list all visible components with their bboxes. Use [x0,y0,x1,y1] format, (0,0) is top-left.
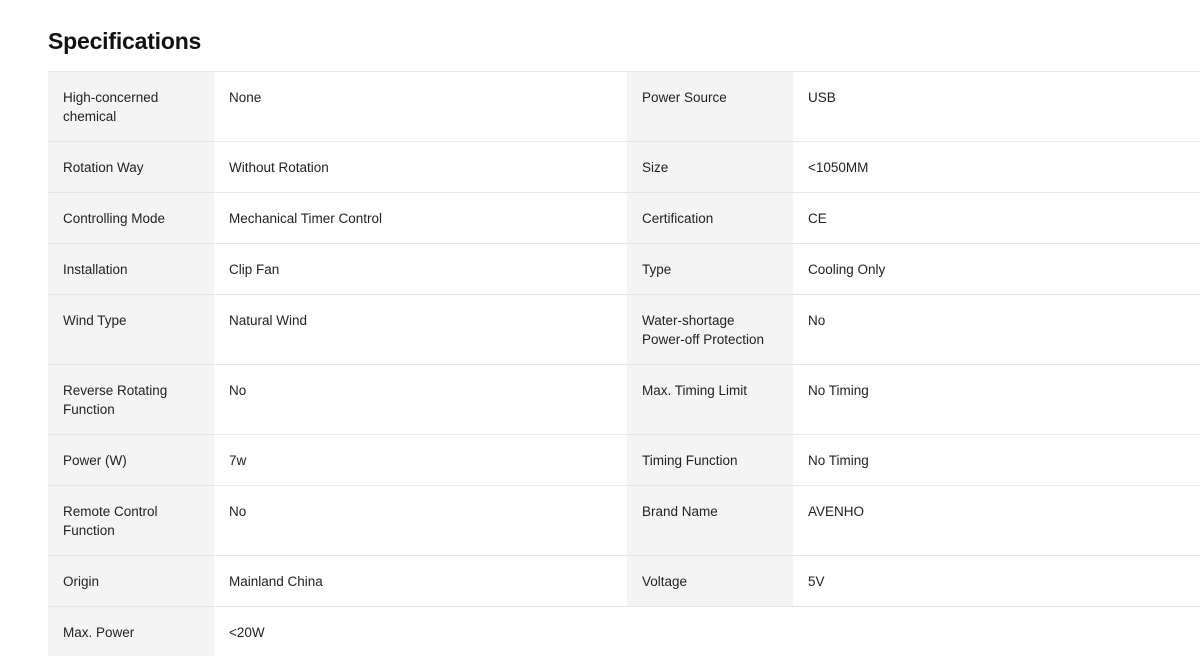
spec-value: 5V [793,556,1200,606]
table-row: Controlling Mode Mechanical Timer Contro… [48,193,1200,244]
spec-value: Without Rotation [214,142,627,192]
spec-label: Origin [48,556,214,606]
spec-value: USB [793,72,1200,141]
table-row: Power (W) 7w Timing Function No Timing [48,435,1200,486]
spec-label: Certification [627,193,793,243]
spec-label: Wind Type [48,295,214,364]
table-row: Max. Power <20W [48,607,1200,656]
spec-value: No Timing [793,435,1200,485]
spec-value: CE [793,193,1200,243]
table-row: Remote Control Function No Brand Name AV… [48,486,1200,556]
spec-label: Brand Name [627,486,793,555]
spec-value: No [793,295,1200,364]
spec-label: Controlling Mode [48,193,214,243]
table-row: Wind Type Natural Wind Water-shortage Po… [48,295,1200,365]
spec-value: No [214,486,627,555]
spec-value: <1050MM [793,142,1200,192]
specifications-table: High-concerned chemical None Power Sourc… [48,71,1200,656]
spec-label: Reverse Rotating Function [48,365,214,434]
spec-label: Remote Control Function [48,486,214,555]
section-title: Specifications [48,28,202,54]
spec-label: Power Source [627,72,793,141]
spec-value: No Timing [793,365,1200,434]
empty-cell [627,607,1200,656]
spec-label: Type [627,244,793,294]
spec-label: Rotation Way [48,142,214,192]
specifications-section: Specifications High-concerned chemical N… [0,0,1200,656]
spec-label: Installation [48,244,214,294]
table-row: Rotation Way Without Rotation Size <1050… [48,142,1200,193]
table-row: Reverse Rotating Function No Max. Timing… [48,365,1200,435]
spec-value: AVENHO [793,486,1200,555]
spec-value: Clip Fan [214,244,627,294]
spec-value: 7w [214,435,627,485]
spec-label: Voltage [627,556,793,606]
spec-label: Timing Function [627,435,793,485]
spec-value: Cooling Only [793,244,1200,294]
spec-value: <20W [214,607,627,656]
spec-label: Max. Power [48,607,214,656]
spec-value: Mainland China [214,556,627,606]
table-row: Origin Mainland China Voltage 5V [48,556,1200,607]
spec-label: Size [627,142,793,192]
spec-label: Max. Timing Limit [627,365,793,434]
spec-label: Water-shortage Power-off Protection [627,295,793,364]
table-row: High-concerned chemical None Power Sourc… [48,72,1200,142]
spec-label: Power (W) [48,435,214,485]
spec-value: Natural Wind [214,295,627,364]
spec-value: No [214,365,627,434]
spec-value: Mechanical Timer Control [214,193,627,243]
spec-label: High-concerned chemical [48,72,214,141]
table-row: Installation Clip Fan Type Cooling Only [48,244,1200,295]
spec-value: None [214,72,627,141]
